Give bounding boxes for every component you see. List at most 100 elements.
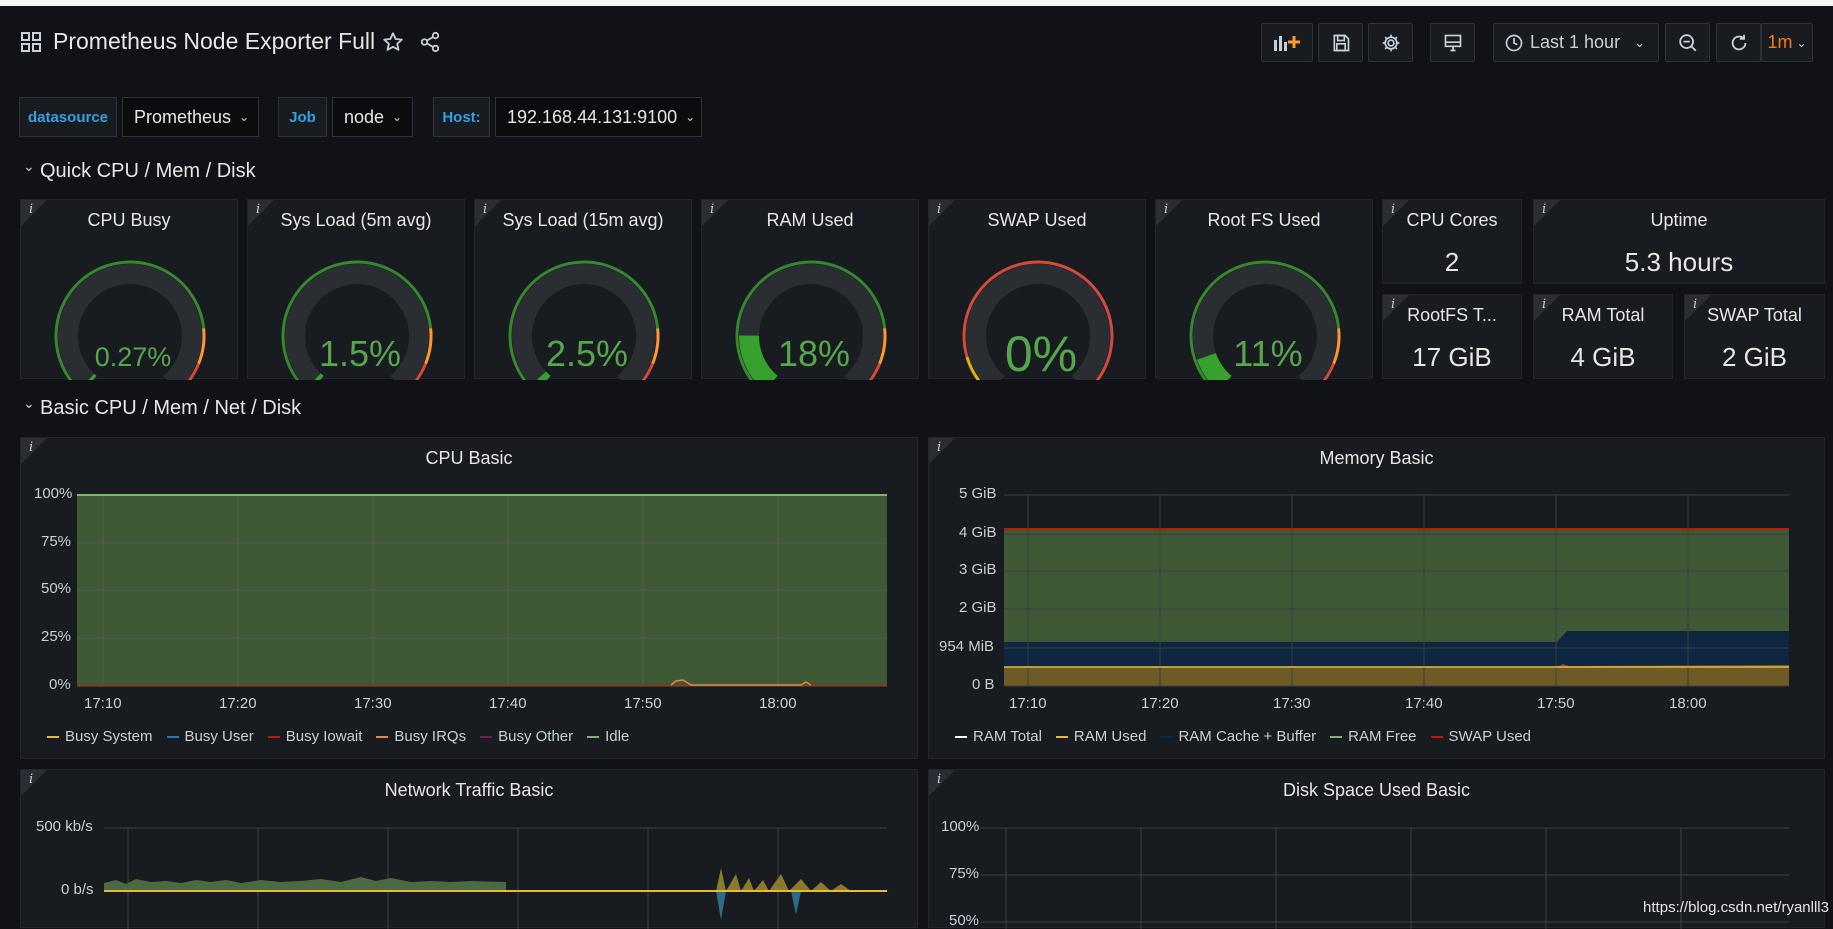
panel-memory-basic[interactable]: i Memory Basic 5 GiB 4 GiB 3 GiB 2 GiB 9… — [928, 437, 1825, 759]
gauge-value-fill — [1196, 352, 1232, 380]
y-tick: 25% — [41, 628, 72, 645]
y-tick: 0 b/s — [61, 881, 94, 898]
panel-title: SWAP Used — [987, 210, 1087, 230]
x-tick: 17:10 — [84, 695, 122, 712]
y-tick: 0 B — [972, 676, 995, 693]
row-quick[interactable]: ⌄ — [23, 158, 35, 176]
legend-label: RAM Free — [1348, 728, 1417, 745]
legend-swatch — [166, 735, 179, 738]
datasource-variable-select[interactable]: Prometheus ⌄ — [122, 97, 259, 137]
gauge-value-fill — [738, 335, 778, 380]
y-tick: 3 GiB — [959, 561, 997, 578]
stat-panel-cpu-cores[interactable]: i CPU Cores 2 — [1382, 199, 1522, 284]
y-tick: 100% — [34, 485, 73, 502]
gauge-chart: 1.5% — [281, 260, 433, 380]
star-icon[interactable] — [382, 31, 404, 53]
gauge-value: 0.27% — [95, 342, 172, 372]
chevron-down-icon: ⌄ — [23, 395, 35, 411]
legend-item[interactable]: RAM Total — [955, 728, 1042, 745]
save-dashboard-button[interactable] — [1318, 23, 1363, 62]
gauge-value: 1.5% — [319, 333, 401, 374]
legend-item[interactable]: SWAP Used — [1430, 728, 1531, 745]
job-variable-select[interactable]: node ⌄ — [332, 97, 413, 137]
gauge-value: 2.5% — [546, 333, 628, 374]
stat-value: 5.3 hours — [1624, 247, 1734, 277]
row-basic[interactable]: ⌄ — [23, 395, 35, 413]
y-tick: 50% — [41, 580, 72, 597]
gauge-value: 0% — [1005, 326, 1077, 380]
save-icon — [1333, 34, 1349, 51]
time-range-label: Last 1 hour — [1530, 32, 1621, 52]
zoom-out-button[interactable] — [1665, 23, 1710, 62]
panel-network-traffic-basic[interactable]: i Network Traffic Basic 500 kb/s 0 b/s — [20, 769, 918, 929]
chevron-down-icon: ⌄ — [392, 110, 403, 124]
x-tick: 17:30 — [1273, 695, 1311, 712]
dashboard-title[interactable]: Prometheus Node Exporter Full — [53, 28, 375, 55]
legend: Busy System Busy User Busy Iowait Busy IRQs… — [47, 728, 629, 745]
stat-value: 17 GiB — [1412, 342, 1492, 372]
gauge-chart: 0.27% — [54, 260, 206, 380]
cycle-view-mode-button[interactable] — [1430, 23, 1475, 62]
stat-panel-uptime[interactable]: i Uptime 5.3 hours — [1533, 199, 1825, 284]
stat-panel-ram-total[interactable]: i RAM Total 4 GiB — [1533, 294, 1673, 379]
dashboard-grid-icon[interactable] — [20, 31, 42, 53]
legend-item[interactable]: RAM Free — [1330, 728, 1417, 745]
panel-title: Sys Load (15m avg) — [502, 210, 664, 230]
gauge-panel-sys-load-15m[interactable]: i Sys Load (15m avg) 2.5% — [474, 199, 692, 380]
x-tick: 17:20 — [1141, 695, 1179, 712]
host-variable-value: 192.168.44.131:9100 — [507, 106, 678, 127]
panel-cpu-basic[interactable]: i CPU Basic 100% 75% 50% 25% 0% 17:10 17… — [20, 437, 918, 759]
row-title-basic[interactable]: Basic CPU / Mem / Net / Disk — [40, 397, 301, 420]
x-tick: 18:00 — [759, 695, 797, 712]
legend-item[interactable]: Busy User — [166, 728, 254, 745]
x-tick: 18:00 — [1669, 695, 1707, 712]
gauge-panel-sys-load-5m[interactable]: i Sys Load (5m avg) 1.5% — [247, 199, 465, 380]
gauge-panel-ram-used[interactable]: i RAM Used 18% — [701, 199, 919, 380]
datasource-variable-label: datasource — [19, 97, 117, 137]
row-title-quick[interactable]: Quick CPU / Mem / Disk — [40, 160, 256, 183]
gauge-panel-cpu-busy[interactable]: i CPU Busy 0.27% — [20, 199, 238, 380]
gauge-value-fill — [536, 371, 551, 380]
legend-swatch — [1330, 735, 1343, 738]
legend-item[interactable]: Busy IRQs — [376, 728, 466, 745]
gauge-panel-root-fs-used[interactable]: i Root FS Used 11% — [1155, 199, 1373, 380]
gauge-panel-swap-used[interactable]: i SWAP Used 0% — [928, 199, 1146, 380]
legend-label: RAM Cache + Buffer — [1178, 728, 1317, 745]
gauge-chart: 2.5% — [508, 260, 660, 380]
stat-value: 2 GiB — [1721, 342, 1788, 372]
legend-item[interactable]: Busy Other — [480, 728, 573, 745]
legend-item[interactable]: Busy Iowait — [267, 728, 362, 745]
zoom-out-icon — [1678, 33, 1696, 51]
refresh-button[interactable] — [1716, 23, 1761, 62]
gauge-chart: 0% — [962, 260, 1114, 380]
browser-top-edge — [0, 0, 1833, 6]
legend-item[interactable]: Busy System — [47, 728, 153, 745]
add-panel-button[interactable] — [1261, 23, 1313, 62]
refresh-interval-picker[interactable]: 1m ⌄ — [1761, 23, 1813, 62]
legend-swatch — [47, 735, 59, 738]
time-range-picker[interactable]: Last 1 hour ⌄ — [1493, 23, 1659, 62]
panel-title: SWAP Total — [1707, 305, 1802, 325]
transmit-area — [716, 868, 851, 891]
legend-label: Busy Other — [498, 728, 574, 745]
stat-panel-swap-total[interactable]: i SWAP Total 2 GiB — [1684, 294, 1825, 379]
refresh-icon — [1731, 34, 1746, 50]
y-tick: 50% — [949, 912, 980, 929]
legend-item[interactable]: RAM Cache + Buffer — [1160, 728, 1316, 745]
dashboard-settings-button[interactable] — [1368, 23, 1413, 62]
y-tick: 0% — [49, 676, 71, 693]
gauge-value: 11% — [1233, 333, 1302, 374]
watermark-text: https://blog.csdn.net/ryanlll3 — [1643, 899, 1829, 916]
network-basic-graph — [104, 827, 887, 929]
legend-item[interactable]: RAM Used — [1055, 728, 1146, 745]
stat-value: 4 GiB — [1570, 342, 1636, 372]
legend-item[interactable]: Idle — [587, 728, 629, 745]
share-icon[interactable] — [419, 31, 441, 53]
gear-icon — [1382, 34, 1399, 51]
clock-icon — [1505, 34, 1523, 51]
host-variable-select[interactable]: 192.168.44.131:9100 ⌄ — [495, 97, 702, 137]
x-tick: 17:50 — [1537, 695, 1575, 712]
stat-panel-rootfs-total[interactable]: i RootFS T... 17 GiB — [1382, 294, 1522, 379]
legend-swatch — [1055, 735, 1068, 738]
host-variable-label: Host: — [433, 97, 490, 137]
